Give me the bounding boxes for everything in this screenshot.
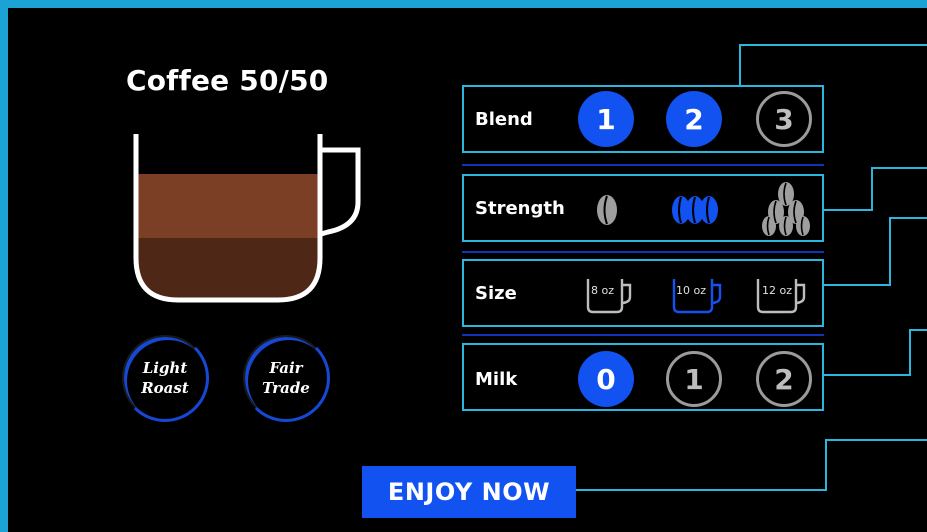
size-panel: Size 8 oz 10 oz 12 oz xyxy=(462,259,824,327)
divider xyxy=(462,334,824,336)
divider xyxy=(462,251,824,253)
milk-label: Milk xyxy=(475,369,518,390)
milk-option-0[interactable]: 0 xyxy=(578,351,634,407)
size-8oz-option[interactable]: 8 oz xyxy=(584,275,636,319)
divider xyxy=(462,164,824,166)
badge-line: Roast xyxy=(141,379,189,397)
size-10oz-option[interactable]: 10 oz xyxy=(670,275,724,319)
blend-option-3[interactable]: 3 xyxy=(756,91,812,147)
size-8oz-label: 8 oz xyxy=(591,284,614,297)
blend-label: Blend xyxy=(475,109,533,130)
strength-panel: Strength xyxy=(462,174,824,242)
strength-label: Strength xyxy=(475,198,565,219)
light-roast-badge: Light Roast xyxy=(121,334,209,422)
drink-title: Coffee 50/50 xyxy=(126,64,329,97)
milk-panel: Milk 0 1 2 xyxy=(462,343,824,411)
badge-line: Fair xyxy=(269,359,303,377)
size-10oz-label: 10 oz xyxy=(676,284,706,297)
blend-option-2[interactable]: 2 xyxy=(666,91,722,147)
bean-medium-icon[interactable] xyxy=(669,190,721,230)
badge-line: Light xyxy=(142,359,188,377)
blend-panel: Blend 1 2 3 xyxy=(462,85,824,153)
bean-mild-icon[interactable] xyxy=(592,190,622,230)
milk-option-2[interactable]: 2 xyxy=(756,351,812,407)
bean-strong-icon[interactable] xyxy=(760,180,812,238)
milk-option-1[interactable]: 1 xyxy=(666,351,722,407)
coffee-cup-icon xyxy=(133,134,361,303)
fair-trade-badge: Fair Trade xyxy=(242,334,330,422)
size-12oz-label: 12 oz xyxy=(762,284,792,297)
enjoy-now-button[interactable]: ENJOY NOW xyxy=(362,466,576,518)
blend-option-1[interactable]: 1 xyxy=(578,91,634,147)
badge-line: Trade xyxy=(262,379,310,397)
size-label: Size xyxy=(475,283,517,304)
size-12oz-option[interactable]: 12 oz xyxy=(754,275,808,319)
